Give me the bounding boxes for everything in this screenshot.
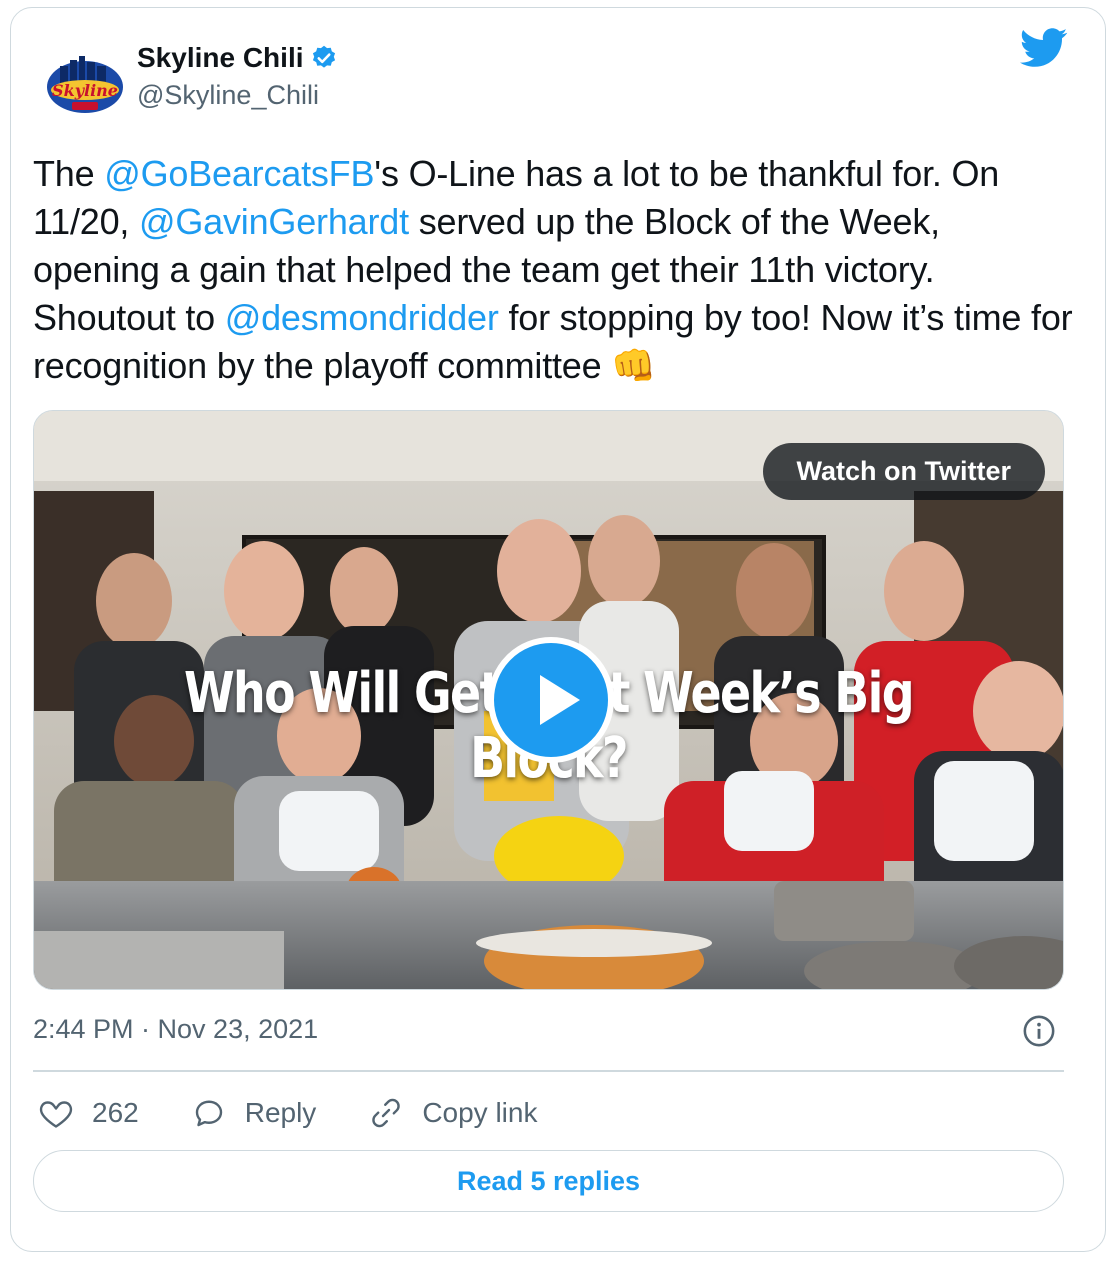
read-replies-button[interactable]: Read 5 replies [33,1150,1064,1212]
author-name-row[interactable]: Skyline Chili [137,42,338,74]
watch-on-twitter-button[interactable]: Watch on Twitter [762,443,1045,500]
handle[interactable]: @Skyline_Chili [137,80,319,111]
tweet-text-segment: The [33,153,105,194]
heart-icon [39,1101,73,1128]
skyline-chili-logo: Skyline [38,40,132,134]
display-name[interactable]: Skyline Chili [137,42,304,74]
video-thumbnail[interactable]: Who Will Get Next Week’s Big Block? Watc… [33,410,1064,990]
verified-badge-icon [312,45,335,68]
play-button-icon[interactable] [488,637,614,763]
copy-link-label: Copy link [422,1097,538,1128]
tweet-text: The @GoBearcatsFB's O-Line has a lot to … [33,150,1073,390]
twitter-bird-icon[interactable] [1020,28,1068,68]
copy-link-button[interactable]: Copy link [368,1095,537,1131]
reply-label: Reply [244,1097,317,1128]
divider [33,1070,1064,1072]
info-icon[interactable] [1022,1014,1056,1048]
reply-button[interactable]: Reply [191,1095,317,1131]
mention-link[interactable]: @desmondridder [225,297,499,338]
reply-bubble-icon [195,1100,222,1127]
like-count: 262 [92,1097,139,1128]
mention-link[interactable]: @GavinGerhardt [139,201,409,242]
mention-link[interactable]: @GoBearcatsFB [104,153,374,194]
tweet-timestamp[interactable]: 2:44 PM · Nov 23, 2021 [33,1014,318,1045]
avatar-logo-text: Skyline [52,81,118,100]
fist-emoji-icon: 👊 [611,345,656,386]
avatar[interactable]: Skyline [38,40,132,134]
like-button[interactable]: 262 [38,1095,139,1131]
link-icon [372,1098,401,1128]
tweet-actions: 262 Reply Copy link [38,1095,589,1131]
